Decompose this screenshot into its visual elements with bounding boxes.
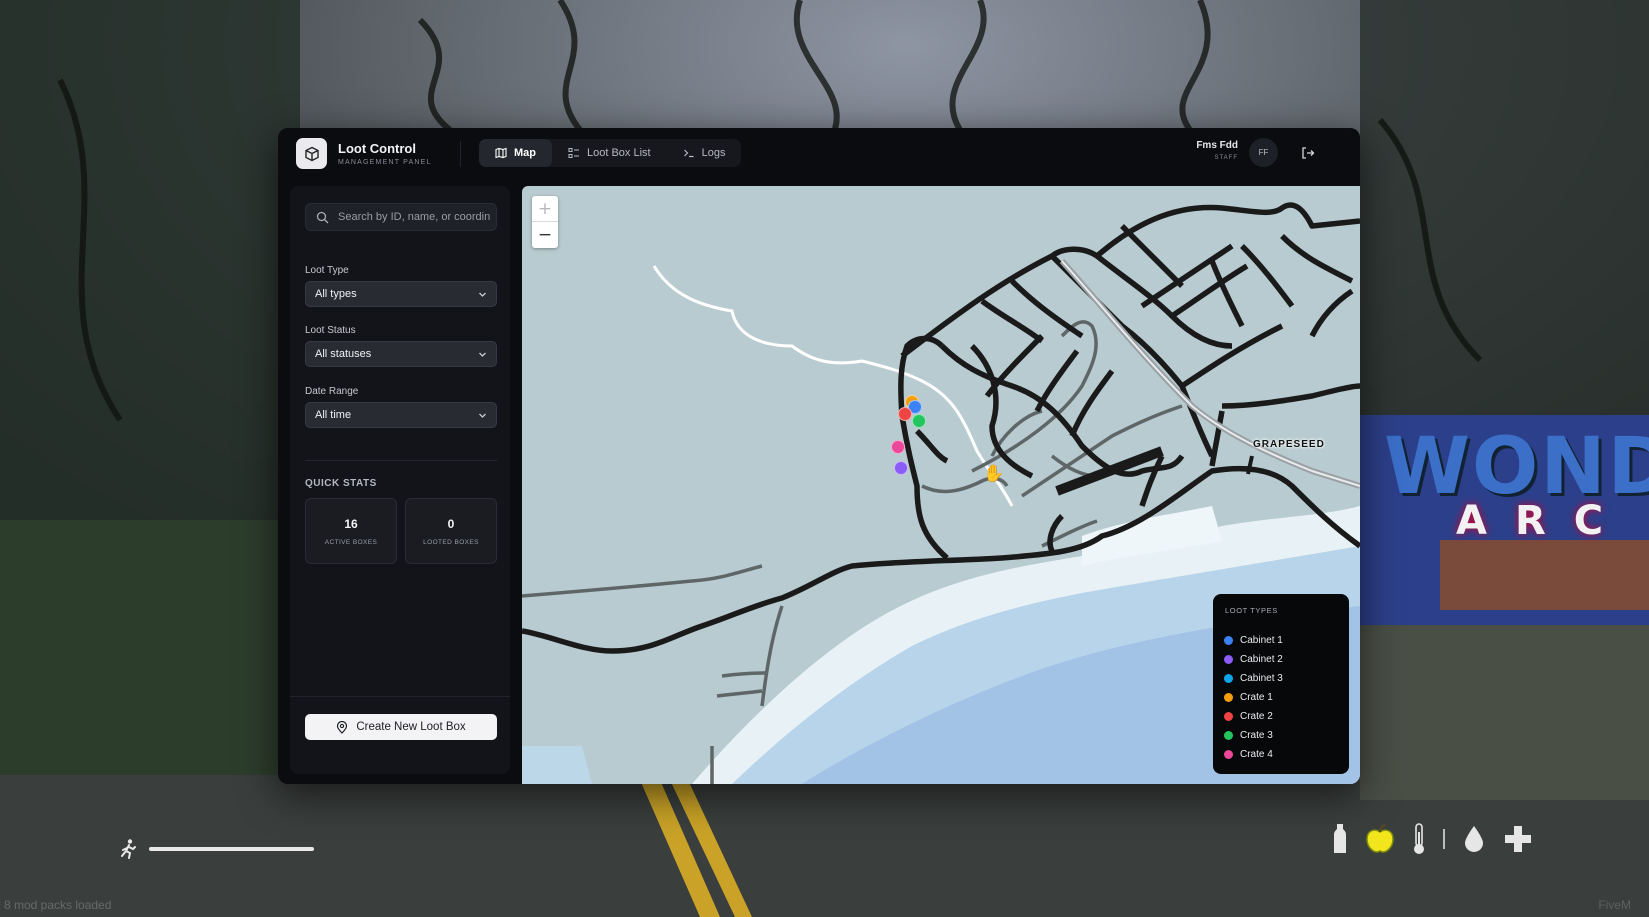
legend-item: Crate 2 (1224, 709, 1273, 723)
box-icon (304, 146, 319, 161)
active-boxes-count: 16 (344, 517, 358, 531)
sign-subtext: ARC (1456, 498, 1632, 544)
avatar[interactable]: FF (1249, 138, 1278, 167)
search-box (305, 203, 497, 231)
search-icon (316, 211, 329, 224)
date-range-label: Date Range (305, 386, 359, 397)
loot-control-panel: Loot Control MANAGEMENT PANEL Map Loot B… (278, 128, 1360, 784)
place-label-grapeseed: GRAPESEED (1253, 439, 1325, 450)
create-loot-box-label: Create New Loot Box (356, 721, 466, 733)
zoom-in-button[interactable]: + (532, 196, 558, 222)
tab-map-label: Map (514, 147, 536, 159)
legend-dot (1224, 730, 1233, 740)
user-name: Fms Fdd (1196, 140, 1238, 151)
chevron-down-icon (479, 352, 486, 357)
legend-item: Crate 1 (1224, 690, 1273, 704)
loot-type-select[interactable]: All types (305, 281, 497, 307)
legend-item-label: Cabinet 3 (1240, 672, 1283, 684)
legend-item-label: Crate 4 (1240, 748, 1273, 760)
tab-loot-box-list-label: Loot Box List (587, 147, 651, 159)
zoom-controls: + − (532, 196, 558, 248)
hud-status-icons (1332, 822, 1534, 856)
loot-type-value: All types (315, 288, 357, 300)
legend-dot (1224, 711, 1233, 721)
legend-item: Cabinet 2 (1224, 652, 1283, 666)
chevron-down-icon (479, 292, 486, 297)
tab-logs[interactable]: Logs (667, 139, 742, 167)
legend-item-label: Crate 2 (1240, 710, 1273, 722)
logout-button[interactable] (1298, 143, 1318, 163)
apple-icon (1366, 824, 1394, 853)
thermometer-icon (1414, 823, 1424, 854)
legend-dot (1224, 635, 1233, 645)
grab-cursor-icon: ✋ (983, 464, 1005, 483)
loot-type-label: Loot Type (305, 265, 349, 276)
quick-stats-title: QUICK STATS (305, 478, 377, 489)
legend-item: Cabinet 1 (1224, 633, 1283, 647)
date-range-select[interactable]: All time (305, 402, 497, 428)
user-role: STAFF (1214, 155, 1238, 161)
location-pin-icon (337, 720, 348, 734)
filter-sidebar: Loot Type All types Loot Status All stat… (290, 186, 510, 774)
logout-icon (1302, 147, 1315, 159)
legend-item: Cabinet 3 (1224, 671, 1283, 685)
legend-item-label: Crate 3 (1240, 729, 1273, 741)
app-logo (296, 138, 327, 169)
legend-item: Crate 4 (1224, 747, 1273, 761)
looted-boxes-count: 0 (447, 517, 455, 531)
zoom-out-button[interactable]: − (532, 222, 558, 248)
loot-marker[interactable] (891, 440, 905, 454)
legend-dot (1224, 654, 1233, 664)
legend-item-label: Cabinet 2 (1240, 653, 1283, 665)
tab-map[interactable]: Map (479, 139, 552, 167)
status-mod-packs: 8 mod packs loaded (4, 898, 112, 912)
loot-status-select[interactable]: All statuses (305, 341, 497, 367)
looted-boxes-stat: 0 LOOTED BOXES (405, 498, 497, 564)
legend-dot (1224, 749, 1233, 759)
map-icon (495, 147, 507, 159)
app-title: Loot Control (338, 141, 416, 156)
main-tabs: Map Loot Box List Logs (479, 139, 742, 167)
legend-title: LOOT TYPES (1225, 606, 1278, 615)
loot-marker[interactable] (894, 461, 908, 475)
chevron-down-icon (479, 413, 486, 418)
terminal-icon (683, 149, 694, 158)
search-input[interactable] (336, 210, 492, 224)
bottle-icon (1334, 824, 1346, 853)
legend-dot (1224, 673, 1233, 683)
active-boxes-label: ACTIVE BOXES (324, 539, 378, 546)
loot-marker[interactable] (898, 407, 912, 421)
tab-loot-box-list[interactable]: Loot Box List (552, 139, 667, 167)
health-cross-icon (1505, 826, 1531, 852)
stamina-icon (118, 838, 140, 865)
panel-header: Loot Control MANAGEMENT PANEL Map Loot B… (278, 128, 1360, 178)
sidebar-footer-divider (290, 696, 510, 697)
status-fivem: FiveM (1598, 898, 1631, 912)
sidebar-divider (305, 460, 497, 461)
active-boxes-stat: 16 ACTIVE BOXES (305, 498, 397, 564)
loot-status-value: All statuses (315, 348, 372, 360)
stamina-bar (149, 847, 314, 851)
loot-marker[interactable] (912, 414, 926, 428)
legend-item-label: Cabinet 1 (1240, 634, 1283, 646)
legend-item-label: Crate 1 (1240, 691, 1273, 703)
water-drop-icon (1465, 826, 1483, 852)
loot-status-label: Loot Status (305, 325, 356, 336)
wonder-arcade-sign: WOND ARC (1366, 410, 1649, 620)
create-loot-box-button[interactable]: Create New Loot Box (305, 714, 497, 740)
looted-boxes-label: LOOTED BOXES (423, 539, 479, 546)
legend-dot (1224, 692, 1233, 702)
loot-types-legend: LOOT TYPES Cabinet 1 Cabinet 2 Cabinet 3 Cr… (1213, 594, 1349, 774)
app-subtitle: MANAGEMENT PANEL (338, 159, 432, 166)
header-divider (460, 141, 461, 167)
separator-icon (1443, 829, 1445, 849)
date-range-value: All time (315, 409, 352, 421)
list-icon (568, 148, 579, 158)
legend-item: Crate 3 (1224, 728, 1273, 742)
tab-logs-label: Logs (701, 147, 726, 159)
